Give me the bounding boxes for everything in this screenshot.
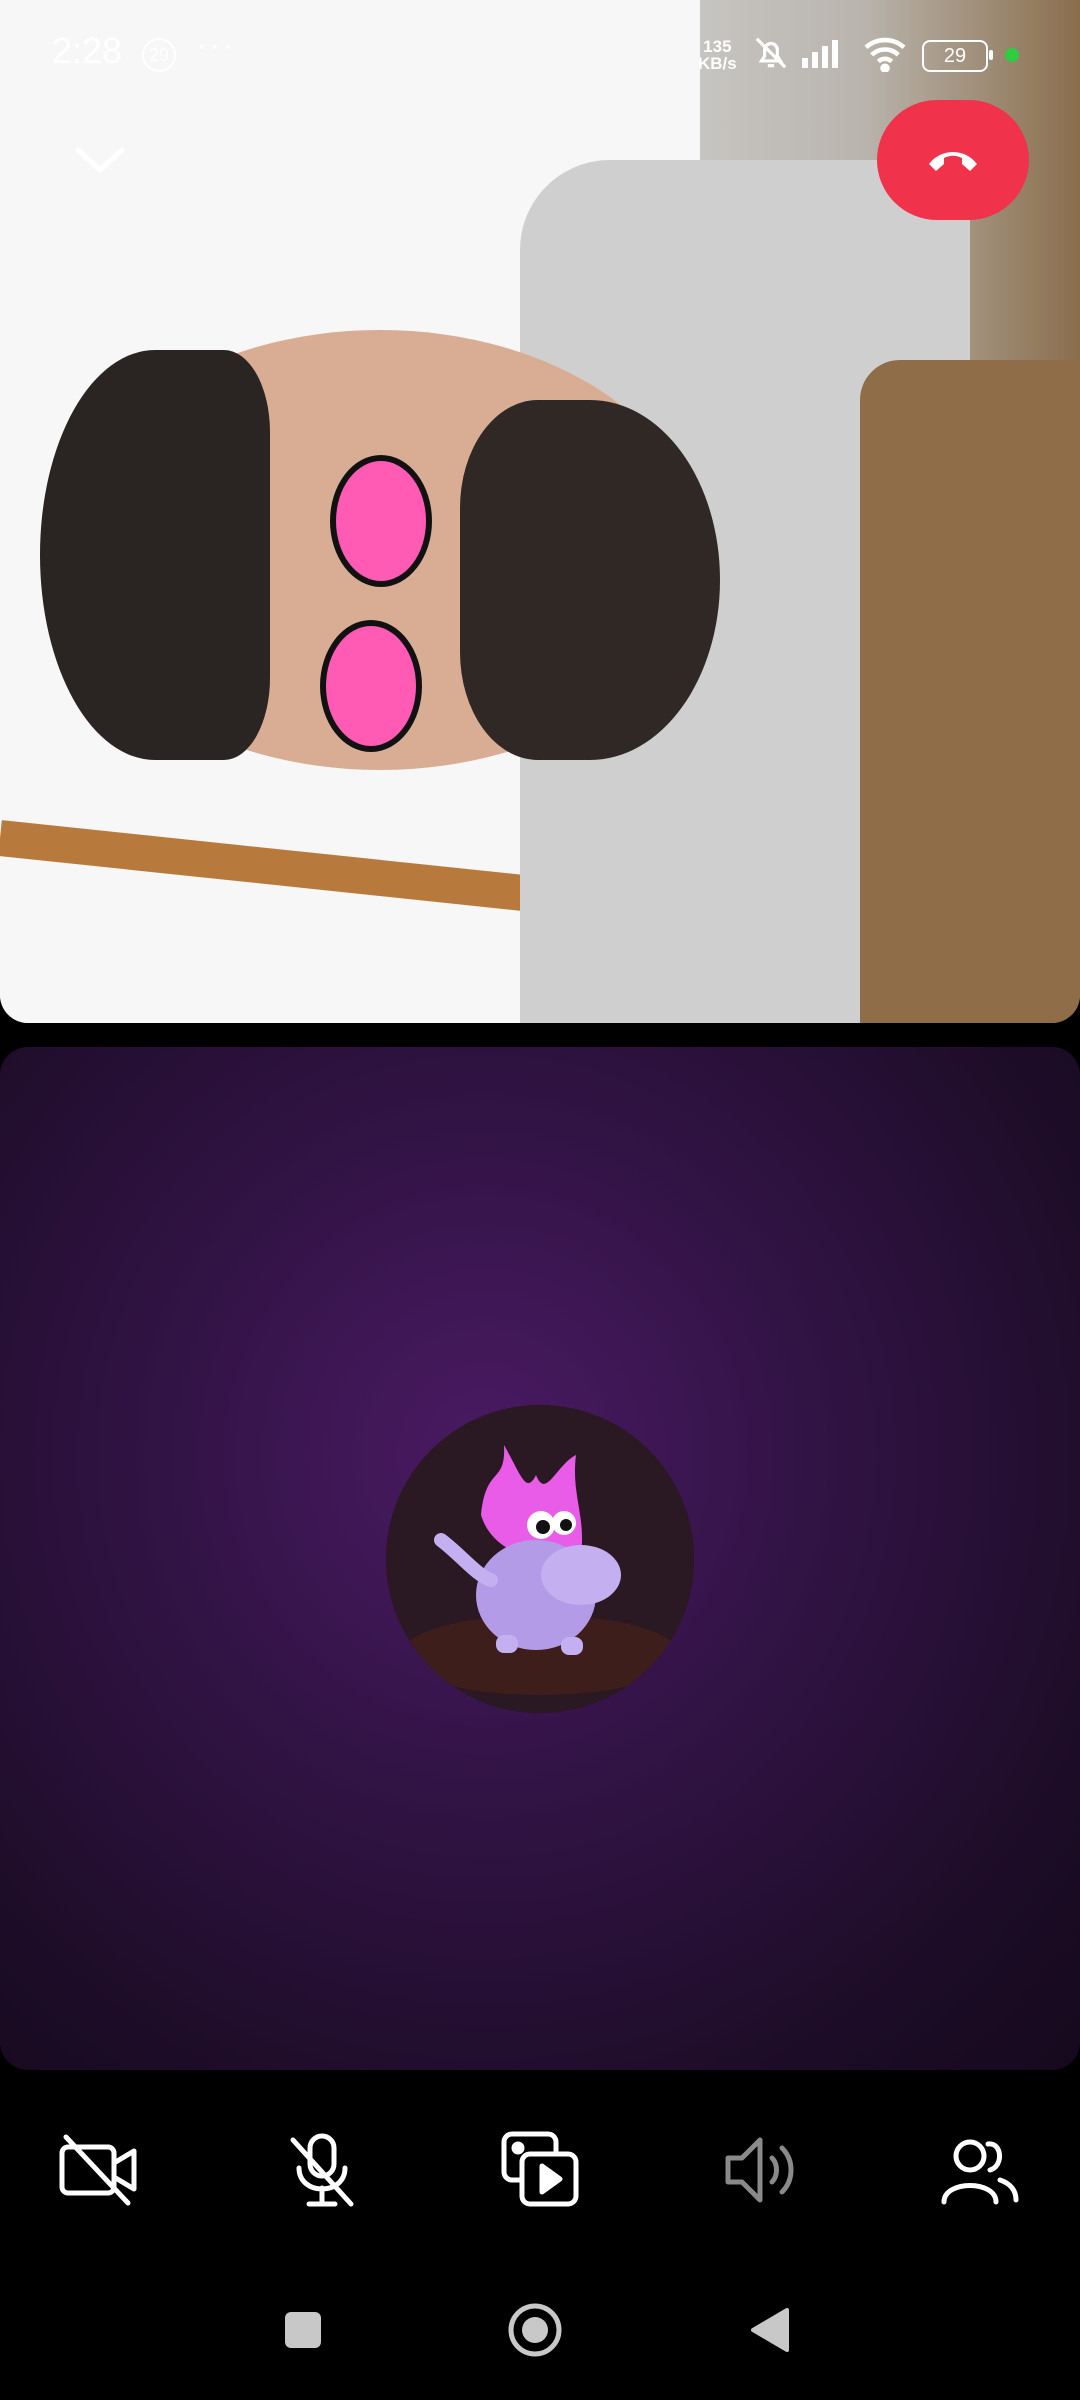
- navigation-bar: [0, 2265, 1080, 2400]
- square-icon: [285, 2312, 321, 2348]
- back-triangle-icon: [751, 2308, 789, 2352]
- anime-eye-filter: [320, 620, 422, 752]
- camera-in-use-indicator: [1005, 48, 1019, 62]
- recents-button[interactable]: [268, 2295, 338, 2365]
- avatar: [386, 1405, 694, 1713]
- anime-eye-filter: [330, 455, 432, 587]
- participants-button[interactable]: [930, 2120, 1030, 2220]
- speaker-icon: [725, 2137, 794, 2203]
- call-controls: [0, 2080, 1080, 2240]
- notifications-off-icon: [752, 34, 790, 77]
- video-off-icon: [59, 2134, 137, 2206]
- people-icon: [941, 2139, 1019, 2205]
- media-share-icon: [501, 2131, 579, 2207]
- status-bar: 2:28 29 ··· 135 KB/s 29: [0, 0, 1080, 110]
- mute-button[interactable]: [272, 2120, 372, 2220]
- home-button[interactable]: [500, 2295, 570, 2365]
- cushion: [860, 360, 1080, 1023]
- collapse-button[interactable]: [70, 140, 130, 180]
- network-speed-unit: KB/s: [698, 54, 737, 73]
- end-call-button[interactable]: [877, 100, 1029, 220]
- speaker-button[interactable]: [710, 2120, 810, 2220]
- camera-off-button[interactable]: [48, 2120, 148, 2220]
- chevron-down-icon: [75, 147, 125, 173]
- mic-off-icon: [290, 2133, 354, 2207]
- hang-up-icon: [929, 152, 977, 171]
- signal-icon: [800, 34, 848, 75]
- avatar-image: [386, 1405, 694, 1713]
- battery-icon: 29: [922, 40, 993, 72]
- status-time: 2:28: [52, 30, 123, 71]
- hair: [40, 350, 270, 760]
- back-button[interactable]: [734, 2295, 804, 2365]
- network-speed-value: 135: [703, 37, 732, 56]
- media-button[interactable]: [490, 2120, 590, 2220]
- home-circle-icon: [508, 2303, 562, 2357]
- beard: [460, 400, 720, 760]
- network-speed: 135 KB/s: [698, 38, 737, 72]
- notification-count-badge: 29: [142, 38, 176, 72]
- wifi-icon: [862, 34, 908, 77]
- more-notifications-icon: ···: [196, 26, 236, 64]
